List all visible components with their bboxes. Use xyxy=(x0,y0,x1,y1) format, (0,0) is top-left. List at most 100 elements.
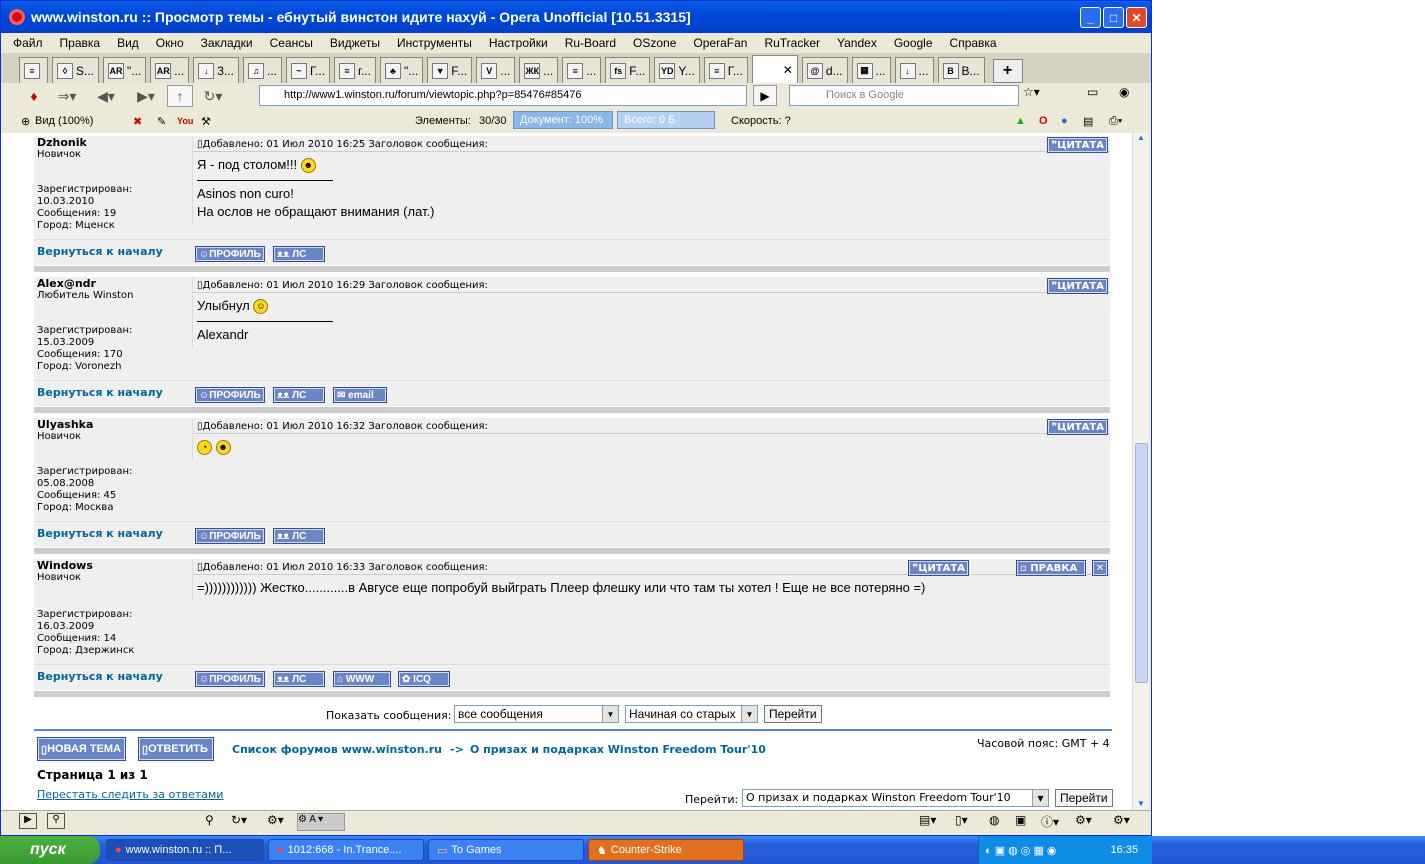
profile-button[interactable]: ☺ ПРОФИЛЬ xyxy=(195,528,265,544)
icq-button[interactable]: ✿ ICQ xyxy=(398,671,450,687)
tab-item[interactable]: fs F... xyxy=(605,57,651,83)
globe-icon[interactable]: ◍ xyxy=(989,813,999,827)
post-author[interactable]: Alex@ndr xyxy=(34,277,190,290)
scroll-up-icon[interactable]: ▲ xyxy=(1133,133,1149,148)
tab-item[interactable]: ◊ S... xyxy=(52,57,100,83)
profile-button[interactable]: ☺ ПРОФИЛЬ xyxy=(195,246,265,262)
print-icon[interactable]: ⎙▾ xyxy=(1109,115,1122,128)
tab-item[interactable]: ↓ 3... xyxy=(193,57,239,83)
back-to-top-link[interactable]: Вернуться к началу xyxy=(37,527,163,540)
menu-rutracker[interactable]: RuTracker xyxy=(764,36,820,50)
menu-window[interactable]: Окно xyxy=(156,36,184,50)
magnifier-icon[interactable]: ⚲ xyxy=(205,813,214,827)
widget-icon[interactable]: ▣ xyxy=(1015,813,1026,827)
tab-item[interactable]: ≡ xyxy=(19,57,48,83)
settings-icon[interactable]: ⚙▾ xyxy=(1075,813,1092,827)
chat-icon[interactable]: ● xyxy=(1061,115,1068,127)
menu-help[interactable]: Справка xyxy=(950,36,997,50)
tab-item[interactable]: ↓... xyxy=(894,57,934,83)
www-button[interactable]: ⌂ WWW xyxy=(333,671,391,687)
eye-icon[interactable]: ◉ xyxy=(1119,85,1143,106)
menu-google[interactable]: Google xyxy=(894,36,933,50)
scroll-down-icon[interactable]: ▼ xyxy=(1133,799,1149,808)
tab-item[interactable]: ЖК... xyxy=(519,57,559,83)
tab-item[interactable]: B В... xyxy=(937,57,985,83)
forum-list-link[interactable]: Список форумов www.winston.ru xyxy=(232,743,442,756)
menu-view[interactable]: Вид xyxy=(117,36,139,50)
menu-settings[interactable]: Настройки xyxy=(489,36,548,50)
reply-button[interactable]: ▯ ОТВЕТИТЬ xyxy=(138,737,214,761)
back-button[interactable]: ◀▾ xyxy=(87,85,125,107)
info-icon[interactable]: ⓘ▾ xyxy=(1041,813,1059,830)
fast-forward-icon[interactable]: ⇒▾ xyxy=(49,85,85,107)
tab-item[interactable]: ≡ Г... xyxy=(703,57,748,83)
quote-button[interactable]: ❞ ЦИТАТА xyxy=(1047,419,1108,435)
zoom-level[interactable]: Вид (100%) xyxy=(35,115,93,127)
image-icon[interactable]: ▤▾ xyxy=(919,813,936,827)
show-messages-select[interactable]: все сообщения ▼ xyxy=(454,705,619,723)
post-author[interactable]: Ulyashka xyxy=(34,418,190,431)
quote-button[interactable]: ❞ ЦИТАТА xyxy=(908,560,969,576)
panel-toggle-icon[interactable]: ▶ xyxy=(19,813,37,829)
taskbar-item[interactable]: ▭ To Games xyxy=(428,839,584,861)
post-author[interactable]: Dzhonik xyxy=(34,136,190,149)
menu-ruboard[interactable]: Ru-Board xyxy=(565,36,616,50)
pm-button[interactable]: ᴥᴥ ЛС xyxy=(273,387,325,403)
tab-active[interactable]: ✕ xyxy=(751,55,798,83)
quote-button[interactable]: ❞ ЦИТАТА xyxy=(1047,137,1108,153)
pm-button[interactable]: ᴥᴥ ЛС xyxy=(273,528,325,544)
edit-button[interactable]: ▫ ПРАВКА xyxy=(1016,560,1086,576)
opera-icon[interactable]: O xyxy=(1039,115,1048,127)
email-button[interactable]: ✉ email xyxy=(333,387,387,403)
back-to-top-link[interactable]: Вернуться к началу xyxy=(37,245,163,258)
close-button[interactable]: ✕ xyxy=(1126,7,1147,28)
panel-icon[interactable]: ▭ xyxy=(1087,85,1111,106)
back-to-top-link[interactable]: Вернуться к началу xyxy=(37,386,163,399)
tab-item[interactable]: AR... xyxy=(150,57,190,83)
forum-name-link[interactable]: О призах и подарках Winston Freedom Tour… xyxy=(470,743,766,756)
maximize-button[interactable]: □ xyxy=(1103,7,1124,28)
stop-watching-link[interactable]: Перестать следить за ответами xyxy=(37,788,223,801)
tab-item[interactable]: V... xyxy=(476,57,516,83)
tab-item[interactable]: ♫... xyxy=(242,57,282,83)
forward-button[interactable]: ▶▾ xyxy=(127,85,165,107)
address-field[interactable]: http://www1.winston.ru/forum/viewtopic.p… xyxy=(259,85,747,106)
start-button[interactable]: пуск xyxy=(0,836,100,864)
gear-icon[interactable]: ⚙▾ xyxy=(1113,813,1130,827)
menu-file[interactable]: Файл xyxy=(13,36,43,50)
close-tab-icon[interactable]: ✕ xyxy=(783,63,793,77)
new-tab-button[interactable]: + xyxy=(992,59,1023,83)
tab-item[interactable]: @ d... xyxy=(801,57,848,83)
jump-select[interactable]: О призах и подарках Winston Freedom Tour… xyxy=(742,789,1049,807)
star-icon[interactable]: ☆▾ xyxy=(1023,85,1051,106)
menu-operafan[interactable]: OperaFan xyxy=(693,36,747,50)
notes-icon[interactable]: ▤ xyxy=(1083,115,1093,128)
taskbar-item[interactable]: ♞ Counter-Strike xyxy=(588,839,744,861)
block-icon[interactable]: ✖ xyxy=(133,115,142,128)
profile-button[interactable]: ☺ ПРОФИЛЬ xyxy=(195,671,265,687)
up-button[interactable]: ↑ xyxy=(167,85,193,107)
tab-item[interactable]: ▼ F... xyxy=(427,57,473,83)
home-icon[interactable]: ♦ xyxy=(21,85,47,107)
page-icon[interactable]: ▯▾ xyxy=(955,813,968,827)
post-author[interactable]: Windows xyxy=(34,559,190,572)
wrench-icon[interactable]: ⚒ xyxy=(201,115,211,128)
tab-item[interactable]: ≡ г... xyxy=(334,57,376,83)
tray-icons[interactable]: ◐ ▣ ◍ ◎ ▦ ◉ xyxy=(979,844,1057,857)
pm-button[interactable]: ᴥᴥ ЛС xyxy=(273,246,325,262)
menu-oszone[interactable]: OSzone xyxy=(633,36,676,50)
tab-item[interactable]: YD Y... xyxy=(654,57,700,83)
tab-item[interactable]: ≡... xyxy=(562,57,602,83)
search-icon[interactable]: ⚲ xyxy=(47,813,65,829)
menu-tools[interactable]: Инструменты xyxy=(397,36,472,50)
tool-icon[interactable]: ✎ xyxy=(157,115,166,128)
go-button[interactable]: ▶ xyxy=(753,85,777,106)
menu-bookmarks[interactable]: Закладки xyxy=(201,36,253,50)
reload-button[interactable]: ↻▾ xyxy=(195,85,231,107)
profile-button[interactable]: ☺ ПРОФИЛЬ xyxy=(195,387,265,403)
refresh-icon[interactable]: ↻▾ xyxy=(231,813,247,827)
tab-item[interactable]: ♣ "... xyxy=(379,57,424,83)
search-input[interactable]: Поиск в Google xyxy=(789,85,1019,106)
scrollbar-thumb[interactable] xyxy=(1135,443,1148,683)
menu-sessions[interactable]: Сеансы xyxy=(270,36,313,50)
